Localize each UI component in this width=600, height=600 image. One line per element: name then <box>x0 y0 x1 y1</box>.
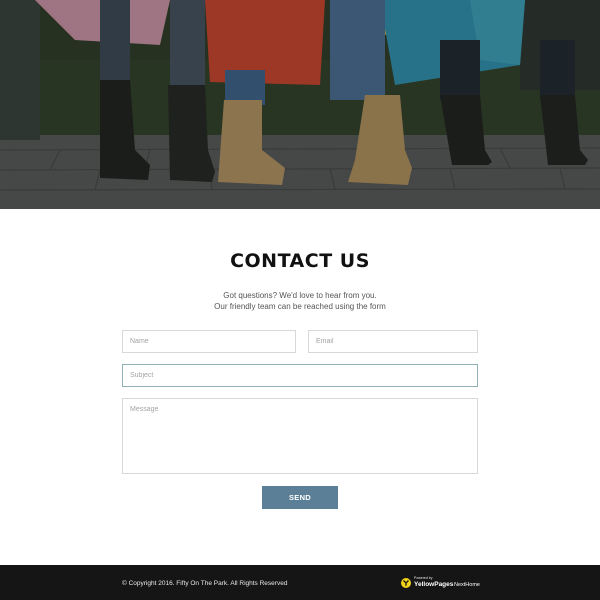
footer: © Copyright 2016. Fifty On The Park. All… <box>0 565 600 600</box>
contact-intro: Got questions? We'd love to hear from yo… <box>0 290 600 312</box>
name-field[interactable] <box>122 330 296 353</box>
copyright-text: © Copyright 2016. Fifty On The Park. All… <box>122 580 288 587</box>
contact-intro-line-2: Our friendly team can be reached using t… <box>214 302 386 311</box>
page: CONTACT US Got questions? We'd love to h… <box>0 0 600 600</box>
email-field[interactable] <box>308 330 478 353</box>
hero-image <box>0 0 600 209</box>
powered-by-label: Powered by <box>414 576 433 580</box>
yellowpages-logo-icon <box>401 578 411 588</box>
message-field[interactable] <box>122 398 478 474</box>
hero-banner <box>0 0 600 209</box>
contact-intro-line-1: Got questions? We'd love to hear from yo… <box>223 291 377 300</box>
send-button[interactable]: SEND <box>262 486 338 509</box>
yellowpages-brand: YellowPages <box>414 581 454 588</box>
nexthome-label: NextHome <box>454 582 480 588</box>
subject-field[interactable] <box>122 364 478 387</box>
page-title: CONTACT US <box>230 250 370 272</box>
